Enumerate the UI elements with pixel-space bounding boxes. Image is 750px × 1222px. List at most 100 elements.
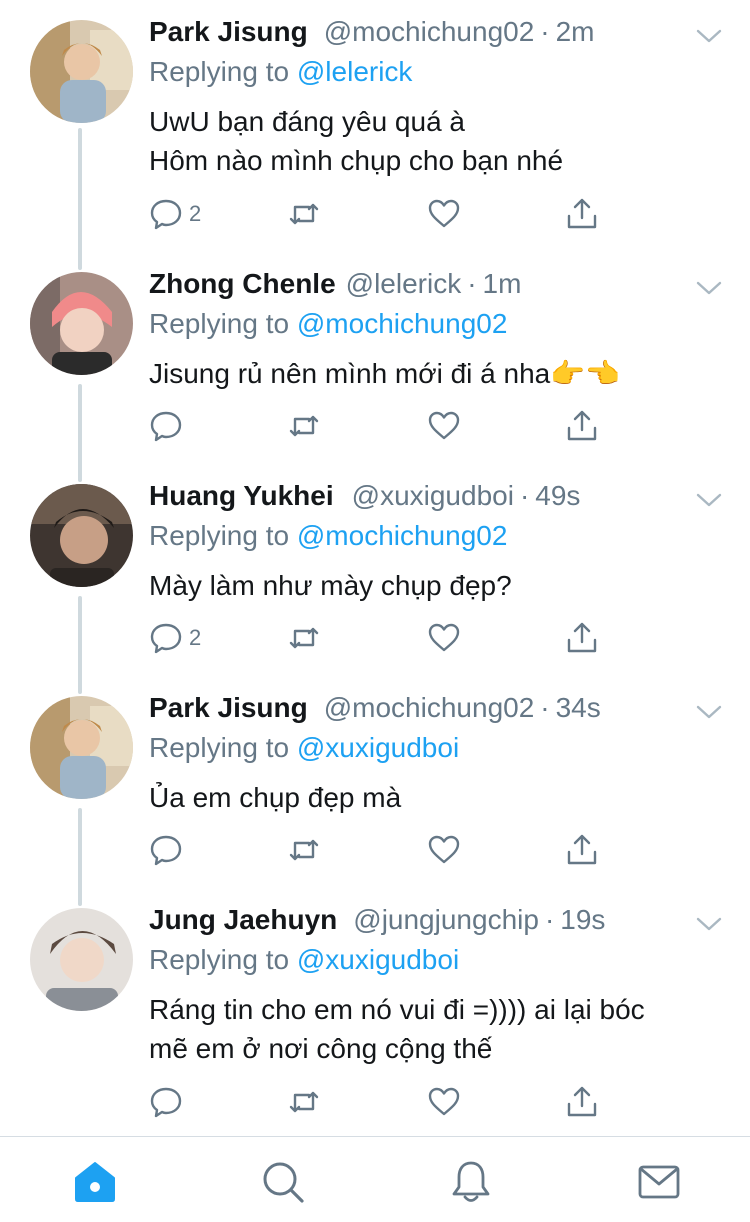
share-icon (567, 410, 597, 441)
tweet-actions: 2 (149, 196, 609, 232)
display-name[interactable]: Park Jisung (149, 692, 308, 724)
search-icon (263, 1162, 304, 1203)
tweet-item[interactable]: Park Jisung @mochichung02 · 2m Replying … (0, 0, 750, 230)
like-button[interactable] (427, 196, 461, 232)
share-button[interactable] (565, 620, 599, 656)
share-button[interactable] (565, 832, 599, 868)
tab-home[interactable] (72, 1159, 118, 1205)
conversation-thread: Park Jisung @mochichung02 · 2m Replying … (0, 0, 750, 1136)
mention-link[interactable]: @xuxigudboi (297, 944, 459, 975)
replying-prefix: Replying to (149, 308, 297, 339)
share-button[interactable] (565, 196, 599, 232)
like-button[interactable] (427, 620, 461, 656)
tweet-header: Zhong Chenle @lelerick · 1m (149, 268, 521, 308)
tab-search[interactable] (260, 1159, 306, 1205)
replying-to: Replying to @mochichung02 (149, 308, 507, 340)
reply-icon (150, 623, 182, 654)
share-icon (567, 834, 597, 865)
tweet-item[interactable]: Huang Yukhei @xuxigudboi · 49s Replying … (0, 464, 750, 676)
replying-to: Replying to @mochichung02 (149, 520, 507, 552)
user-handle[interactable]: @mochichung02 (324, 16, 535, 48)
display-name[interactable]: Huang Yukhei (149, 480, 334, 512)
avatar[interactable] (30, 272, 133, 375)
tweet-item[interactable]: Jung Jaehuyn @jungjungchip · 19s Replyin… (0, 888, 750, 1136)
share-button[interactable] (565, 408, 599, 444)
replying-to: Replying to @xuxigudboi (149, 944, 459, 976)
retweet-button[interactable] (287, 620, 321, 656)
mention-link[interactable]: @mochichung02 (297, 308, 508, 339)
home-icon (75, 1162, 115, 1202)
retweet-button[interactable] (287, 408, 321, 444)
tweet-header: Huang Yukhei @xuxigudboi · 49s (149, 480, 580, 520)
display-name[interactable]: Park Jisung (149, 16, 308, 48)
chevron-down-icon[interactable] (696, 28, 722, 44)
share-icon (567, 1086, 597, 1117)
display-name[interactable]: Zhong Chenle (149, 268, 336, 300)
user-handle[interactable]: @xuxigudboi (352, 480, 514, 512)
share-icon (567, 622, 597, 653)
user-handle[interactable]: @mochichung02 (324, 692, 535, 724)
like-button[interactable] (427, 408, 461, 444)
separator-dot: · (540, 692, 550, 723)
replying-prefix: Replying to (149, 56, 297, 87)
mention-link[interactable]: @mochichung02 (297, 520, 508, 551)
avatar[interactable] (30, 20, 133, 123)
tab-notifications[interactable] (448, 1159, 494, 1205)
reply-icon (150, 411, 182, 442)
heart-icon (428, 411, 460, 440)
chevron-down-icon[interactable] (696, 280, 722, 296)
reply-count: 2 (189, 625, 202, 650)
chevron-down-icon[interactable] (696, 704, 722, 720)
reply-button[interactable] (149, 832, 189, 868)
heart-icon (428, 835, 460, 864)
share-button[interactable] (565, 1084, 599, 1120)
mention-link[interactable]: @xuxigudboi (297, 732, 459, 763)
user-handle[interactable]: @jungjungchip (353, 904, 539, 936)
mail-icon (638, 1165, 680, 1199)
chevron-down-icon[interactable] (696, 492, 722, 508)
reply-button[interactable]: 2 (149, 620, 201, 656)
retweet-button[interactable] (287, 832, 321, 868)
replying-prefix: Replying to (149, 732, 297, 763)
tweet-header: Jung Jaehuyn @jungjungchip · 19s (149, 904, 605, 944)
bell-icon (452, 1161, 490, 1202)
timestamp[interactable]: 49s (535, 480, 580, 512)
like-button[interactable] (427, 1084, 461, 1120)
timestamp[interactable]: 34s (556, 692, 601, 724)
replying-to: Replying to @xuxigudboi (149, 732, 459, 764)
avatar[interactable] (30, 908, 133, 1011)
timestamp[interactable]: 1m (483, 268, 522, 300)
tweet-item[interactable]: Park Jisung @mochichung02 · 34s Replying… (0, 676, 750, 888)
timestamp[interactable]: 2m (556, 16, 595, 48)
reply-button[interactable] (149, 1084, 189, 1120)
tweet-item[interactable]: Zhong Chenle @lelerick · 1m Replying to … (0, 252, 750, 464)
user-handle[interactable]: @lelerick (346, 268, 462, 300)
timestamp[interactable]: 19s (560, 904, 605, 936)
tweet-header: Park Jisung @mochichung02 · 34s (149, 692, 601, 732)
retweet-icon (289, 839, 319, 861)
chevron-down-icon[interactable] (696, 916, 722, 932)
reply-button[interactable]: 2 (149, 196, 201, 232)
reply-icon (150, 199, 182, 230)
retweet-button[interactable] (287, 196, 321, 232)
retweet-icon (289, 203, 319, 225)
retweet-icon (289, 415, 319, 437)
separator-dot: · (519, 480, 530, 511)
avatar[interactable] (30, 484, 133, 587)
reply-icon (150, 1087, 182, 1118)
avatar[interactable] (30, 696, 133, 799)
separator-dot: · (544, 904, 555, 935)
reply-button[interactable] (149, 408, 189, 444)
tweet-actions (149, 408, 609, 444)
mention-link[interactable]: @lelerick (297, 56, 413, 87)
share-icon (567, 198, 597, 229)
tab-messages[interactable] (636, 1159, 682, 1205)
tweet-actions (149, 1084, 609, 1120)
heart-icon (428, 199, 460, 228)
retweet-button[interactable] (287, 1084, 321, 1120)
display-name[interactable]: Jung Jaehuyn (149, 904, 337, 936)
tweet-text: UwU bạn đáng yêu quá à Hôm nào mình chụp… (149, 106, 564, 176)
retweet-icon (289, 627, 319, 649)
like-button[interactable] (427, 832, 461, 868)
tweet-text: Mày làm như mày chụp đẹp? (149, 570, 512, 601)
